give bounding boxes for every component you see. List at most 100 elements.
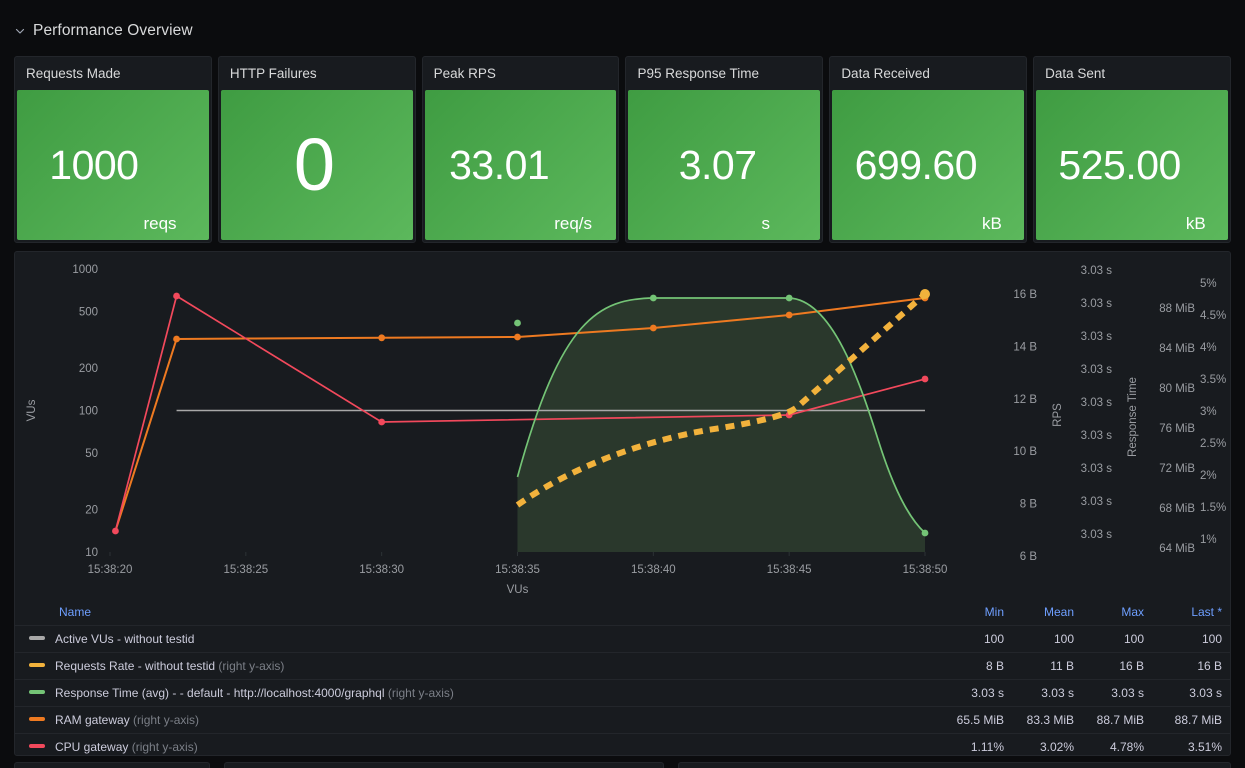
legend-row[interactable]: Active VUs - without testid 100 100 100 100 — [15, 625, 1230, 653]
series-point-ram-gateway[interactable] — [378, 334, 386, 342]
graph-legend-table: Name Min Mean Max Last * Active VUs - wi… — [15, 600, 1230, 755]
right-axis-tick: 2% — [1200, 470, 1217, 482]
timeseries-graph-panel[interactable]: 10 20 50 100 200 500 1000 VUs 15:38:20 15:38:25 15… — [14, 251, 1231, 756]
right-axis-tick: 3.03 s — [1081, 529, 1113, 541]
x-axis-tick: 15:38:25 — [223, 564, 268, 576]
legend-header-max[interactable]: Max — [1082, 600, 1152, 626]
stat-unit: kB — [982, 214, 1002, 233]
legend-series-name[interactable]: CPU gateway (right y-axis) — [15, 733, 942, 755]
stat-panel-http-failures[interactable]: HTTP Failures 0 — [217, 56, 416, 243]
legend-label: Response Time (avg) - - default - http:/… — [55, 685, 385, 700]
legend-value-mean: 3.03 s — [1012, 679, 1082, 707]
legend-value-mean: 100 — [1012, 625, 1082, 653]
plot-svg[interactable]: 10 20 50 100 200 500 1000 VUs 15:38:20 15:38:25 15… — [15, 252, 1230, 597]
series-point-cpu-gateway[interactable] — [112, 527, 119, 535]
row-header-performance-overview[interactable]: Performance Overview — [14, 18, 193, 44]
chevron-down-icon[interactable] — [14, 25, 26, 37]
legend-axis-note: (right y-axis) — [129, 712, 200, 727]
right-axis-tick: 1.5% — [1200, 502, 1226, 514]
legend-value-last: 3.51% — [1152, 733, 1230, 755]
series-point-response-time[interactable] — [921, 529, 929, 537]
legend-value-max: 3.03 s — [1082, 679, 1152, 707]
series-point-ram-gateway[interactable] — [785, 311, 793, 319]
legend-value-min: 1.11% — [942, 733, 1012, 755]
legend-header-last[interactable]: Last * — [1152, 600, 1230, 626]
legend-value-min: 100 — [942, 625, 1012, 653]
stat-panel-requests-made[interactable]: Requests Made 1000 reqs — [14, 56, 212, 243]
panel-title: Requests Made — [26, 66, 121, 81]
right-axis-tick: 3% — [1200, 406, 1217, 418]
left-axis-tick: 100 — [79, 406, 98, 418]
right-axis-tick: 80 MiB — [1159, 383, 1195, 395]
partial-panel-1[interactable] — [14, 762, 210, 768]
stat-panel-data-sent[interactable]: Data Sent 525.00 kB — [1033, 56, 1231, 243]
legend-series-name[interactable]: Requests Rate - without testid (right y-… — [15, 652, 942, 680]
legend-value-max: 88.7 MiB — [1082, 706, 1152, 734]
legend-header-name[interactable]: Name — [15, 600, 942, 626]
legend-label: CPU gateway — [55, 739, 129, 754]
legend-header-min[interactable]: Min — [942, 600, 1012, 626]
right-axis-tick: 3.03 s — [1081, 463, 1113, 475]
series-point-response-time[interactable] — [514, 319, 521, 327]
stat-panel-data-received[interactable]: Data Received 699.60 kB — [829, 56, 1028, 243]
legend-color-swatch-icon[interactable] — [29, 690, 45, 695]
series-point-ram-gateway[interactable] — [514, 333, 521, 341]
stat-value: 33.01 — [449, 141, 550, 188]
x-axis-tick: 15:38:45 — [767, 564, 812, 576]
legend-color-swatch-icon[interactable] — [29, 744, 45, 749]
right-axis-tick: 8 B — [1020, 499, 1038, 511]
legend-color-swatch-icon[interactable] — [29, 636, 45, 641]
legend-table: Name Min Mean Max Last * Active VUs - wi… — [15, 600, 1230, 755]
legend-row[interactable]: Response Time (avg) - - default - http:/… — [15, 679, 1230, 707]
right-axis-tick: 2.5% — [1200, 438, 1226, 450]
series-point-ram-gateway[interactable] — [173, 335, 180, 343]
stat-unit: s — [761, 214, 771, 233]
series-point-response-time[interactable] — [649, 294, 657, 302]
series-point-cpu-gateway[interactable] — [921, 375, 929, 383]
partial-panel-3[interactable] — [678, 762, 1231, 768]
stat-value-area: 0 — [220, 90, 413, 240]
legend-axis-note: (right y-axis) — [215, 658, 285, 673]
legend-value-max: 4.78% — [1082, 733, 1152, 755]
series-point-requests-rate[interactable] — [920, 289, 930, 299]
legend-series-name[interactable]: Response Time (avg) - - default - http:/… — [15, 679, 942, 707]
next-row-panels-partial — [0, 762, 1245, 768]
right-axis-tick: 72 MiB — [1159, 463, 1195, 475]
right-axis-tick: 5% — [1200, 278, 1217, 290]
series-point-ram-gateway[interactable] — [649, 324, 657, 332]
stat-panel-row: Requests Made 1000 reqs HTTP Failures 0 … — [14, 56, 1231, 243]
stat-panel-peak-rps[interactable]: Peak RPS 33.01 req/s — [421, 56, 620, 243]
series-point-response-time[interactable] — [785, 294, 793, 302]
series-point-cpu-gateway[interactable] — [378, 418, 386, 426]
right-axis-tick: 6 B — [1020, 551, 1038, 563]
left-axis-tick: 50 — [85, 448, 98, 460]
stat-panel-p95-response-time[interactable]: P95 Response Time 3.07 s — [625, 56, 824, 243]
legend-row[interactable]: RAM gateway (right y-axis) 65.5 MiB 83.3 M… — [15, 706, 1230, 734]
right-axis-tick: 64 MiB — [1159, 543, 1195, 555]
legend-header-mean[interactable]: Mean — [1012, 600, 1082, 626]
right-axis-tick: 3.03 s — [1081, 430, 1113, 442]
dashboard: Performance Overview Requests Made 1000 … — [0, 0, 1245, 768]
panel-title: HTTP Failures — [229, 66, 317, 81]
series-point-cpu-gateway[interactable] — [173, 292, 180, 300]
right-axis-title-response-time: Response Time — [1127, 377, 1139, 457]
right-axis-tick: 3.5% — [1200, 374, 1226, 386]
legend-body: Active VUs - without testid 100 100 100 100 R… — [15, 625, 1230, 755]
legend-color-swatch-icon[interactable] — [29, 717, 45, 722]
stat-value-area: 33.01 req/s — [424, 90, 617, 240]
legend-value-last: 3.03 s — [1152, 679, 1230, 707]
legend-series-name[interactable]: Active VUs - without testid — [15, 625, 942, 653]
left-axis-tick: 10 — [85, 547, 98, 559]
legend-row[interactable]: Requests Rate - without testid (right y-… — [15, 652, 1230, 680]
stat-unit: kB — [1185, 214, 1206, 233]
right-axis-tick: 76 MiB — [1159, 423, 1195, 435]
legend-color-swatch-icon[interactable] — [29, 663, 45, 668]
legend-value-max: 100 — [1082, 625, 1152, 653]
x-axis-tick: 15:38:40 — [631, 564, 676, 576]
legend-series-name[interactable]: RAM gateway (right y-axis) — [15, 706, 942, 734]
stat-value-area: 1000 reqs — [17, 90, 209, 240]
partial-panel-2[interactable] — [224, 762, 664, 768]
legend-row[interactable]: CPU gateway (right y-axis) 1.11% 3.02% 4.78… — [15, 733, 1230, 755]
legend-value-min: 8 B — [942, 652, 1012, 680]
plot-area[interactable]: 10 20 50 100 200 500 1000 VUs 15:38:20 15:38:25 15… — [15, 252, 1230, 597]
